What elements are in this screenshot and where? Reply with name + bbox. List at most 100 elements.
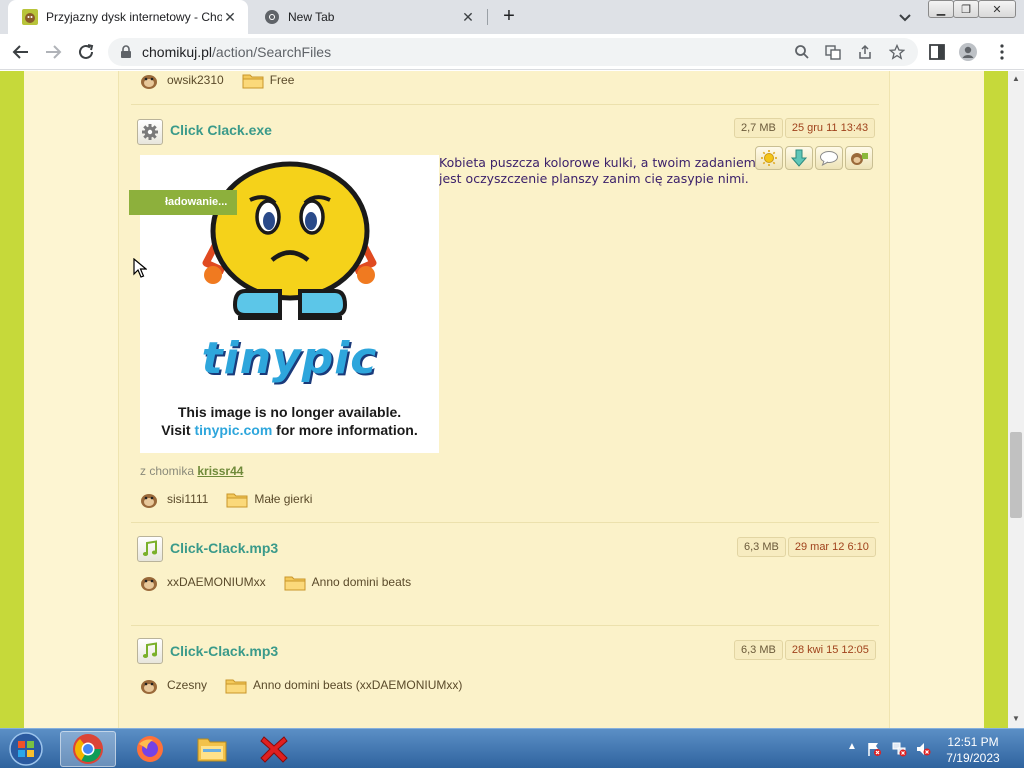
kebab-menu-icon[interactable] <box>992 42 1012 62</box>
hamster-avatar-icon[interactable] <box>139 71 159 90</box>
download-button[interactable] <box>785 146 813 170</box>
share-icon[interactable] <box>857 44 873 60</box>
file-name-link[interactable]: Click-Clack.mp3 <box>170 540 278 556</box>
loading-badge: ładowanie... <box>129 190 237 215</box>
search-icon[interactable] <box>794 44 810 60</box>
file-type-icon[interactable] <box>137 119 163 145</box>
red-x-app-icon <box>260 736 288 763</box>
reload-icon[interactable] <box>75 41 97 63</box>
right-green-border <box>984 71 1008 728</box>
file-type-icon[interactable] <box>137 638 163 664</box>
folder-icon[interactable] <box>242 71 264 89</box>
result-owner-row: xxDAEMONIUMxx Anno domini beats <box>139 572 411 592</box>
folder-icon[interactable] <box>284 573 306 591</box>
file-type-icon[interactable] <box>137 536 163 562</box>
hamster-avatar-icon[interactable] <box>139 572 159 592</box>
result-owner-row: owsik2310 Free <box>139 71 294 90</box>
bookmark-star-icon[interactable] <box>889 44 905 60</box>
tab-bar: Przyjazny dysk internetowy - Chomikuj.pl… <box>0 0 1024 34</box>
tab-separator <box>487 9 488 25</box>
browser-toolbar: chomikuj.pl/action/SearchFiles <box>0 34 1024 70</box>
owner-link[interactable]: owsik2310 <box>167 73 224 87</box>
file-size: 2,7 MB <box>734 118 783 138</box>
close-window-icon[interactable]: ✕ <box>978 0 1016 18</box>
comment-button[interactable] <box>815 146 843 170</box>
owner-link[interactable]: xxDAEMONIUMxx <box>167 575 266 589</box>
page-viewport: owsik2310 Free Click Clack.exe 2,7 MB 25… <box>0 71 1008 728</box>
taskbar-firefox[interactable] <box>122 731 178 767</box>
result-item-previous: owsik2310 Free <box>131 71 879 105</box>
loading-label: ładowanie... <box>165 196 228 208</box>
tab-chomikuj[interactable]: Przyjazny dysk internetowy - Chomikuj.pl… <box>8 0 248 34</box>
back-arrow-icon[interactable] <box>10 41 32 63</box>
image-visit-text: Visit tinypic.com for more information. <box>140 422 439 438</box>
speech-bubble-icon <box>820 151 838 166</box>
hamster-avatar-icon[interactable] <box>139 489 159 509</box>
gear-icon <box>142 124 158 140</box>
chrome-favicon-icon <box>265 10 279 24</box>
file-meta: 6,3 MB 28 kwi 15 12:05 <box>734 640 876 660</box>
profile-avatar-icon[interactable] <box>958 42 978 62</box>
windows-taskbar: ▲ 12:51 PM 7/19/2023 <box>0 728 1024 768</box>
folder-link[interactable]: Anno domini beats <box>312 575 411 589</box>
chomikuj-favicon-icon <box>22 9 38 25</box>
music-note-icon <box>142 642 158 658</box>
from-chomik-row: z chomika krissr44 <box>140 464 243 478</box>
page-scrollbar[interactable]: ▲ ▼ <box>1008 71 1024 728</box>
new-tab-plus-icon[interactable]: + <box>498 5 520 27</box>
mouse-pointer-icon <box>133 258 147 278</box>
taskbar-chrome[interactable] <box>60 731 116 767</box>
music-note-icon <box>142 540 158 556</box>
taskbar-clock[interactable]: 12:51 PM 7/19/2023 <box>930 734 1016 766</box>
chrome-icon <box>73 734 103 764</box>
volume-muted-icon[interactable] <box>915 741 931 757</box>
tab-title: Przyjazny dysk internetowy - Chomikuj.pl <box>46 10 222 24</box>
left-green-border <box>0 71 24 728</box>
url-text[interactable]: chomikuj.pl/action/SearchFiles <box>142 44 331 60</box>
forward-arrow-icon[interactable] <box>42 41 64 63</box>
file-size: 6,3 MB <box>737 537 786 557</box>
visit-text: Visit <box>161 422 195 438</box>
restore-window-icon[interactable]: ❐ <box>953 0 979 18</box>
folder-link[interactable]: Free <box>270 73 295 87</box>
file-explorer-icon <box>197 738 227 762</box>
tab-close-icon[interactable]: ✕ <box>460 9 476 25</box>
tinypic-logo: tinypic <box>201 333 378 384</box>
favorite-sun-button[interactable] <box>755 146 783 170</box>
network-icon[interactable] <box>891 741 907 757</box>
scroll-down-arrow-icon[interactable]: ▼ <box>1011 714 1021 724</box>
folder-link[interactable]: Anno domini beats (xxDAEMONIUMxx) <box>253 678 462 692</box>
file-date: 28 kwi 15 12:05 <box>784 640 876 660</box>
tab-search-chevron-icon[interactable] <box>896 8 914 26</box>
from-label: z chomika <box>140 464 195 478</box>
result-owner-row: Czesny Anno domini beats (xxDAEMONIUMxx) <box>139 675 462 695</box>
action-center-flag-icon[interactable] <box>866 741 882 757</box>
tab-close-icon[interactable]: ✕ <box>222 9 238 25</box>
copy-to-chomik-button[interactable] <box>845 146 873 170</box>
folder-icon[interactable] <box>225 676 247 694</box>
scrollbar-thumb[interactable] <box>1010 432 1022 518</box>
clock-time: 12:51 PM <box>947 735 999 749</box>
from-user-link[interactable]: krissr44 <box>197 464 243 478</box>
show-hidden-icons-icon[interactable]: ▲ <box>844 741 860 757</box>
lock-icon[interactable] <box>120 45 132 59</box>
tab-new-tab[interactable]: New Tab ✕ <box>250 0 486 34</box>
result-owner-row: sisi1111 Małe gierki <box>139 489 312 509</box>
translate-icon[interactable] <box>825 44 841 60</box>
owner-link[interactable]: Czesny <box>167 678 207 692</box>
side-panel-icon[interactable] <box>927 42 947 62</box>
file-name-link[interactable]: Click-Clack.mp3 <box>170 643 278 659</box>
hamster-avatar-icon[interactable] <box>139 675 159 695</box>
result-item: Click-Clack.mp3 6,3 MB 29 mar 12 6:10 xx… <box>131 523 879 626</box>
folder-icon[interactable] <box>226 490 248 508</box>
minimize-window-icon[interactable]: ▁ <box>928 0 954 18</box>
file-name-link[interactable]: Click Clack.exe <box>170 122 272 138</box>
scroll-up-arrow-icon[interactable]: ▲ <box>1011 74 1021 84</box>
windows-start-icon[interactable] <box>6 731 46 767</box>
taskbar-file-explorer[interactable] <box>184 731 240 767</box>
folder-link[interactable]: Małe gierki <box>254 492 312 506</box>
taskbar-app-x[interactable] <box>246 731 302 767</box>
file-meta: 2,7 MB 25 gru 11 13:43 <box>734 118 876 138</box>
owner-link[interactable]: sisi1111 <box>167 492 208 506</box>
address-bar[interactable]: chomikuj.pl/action/SearchFiles <box>108 38 918 66</box>
